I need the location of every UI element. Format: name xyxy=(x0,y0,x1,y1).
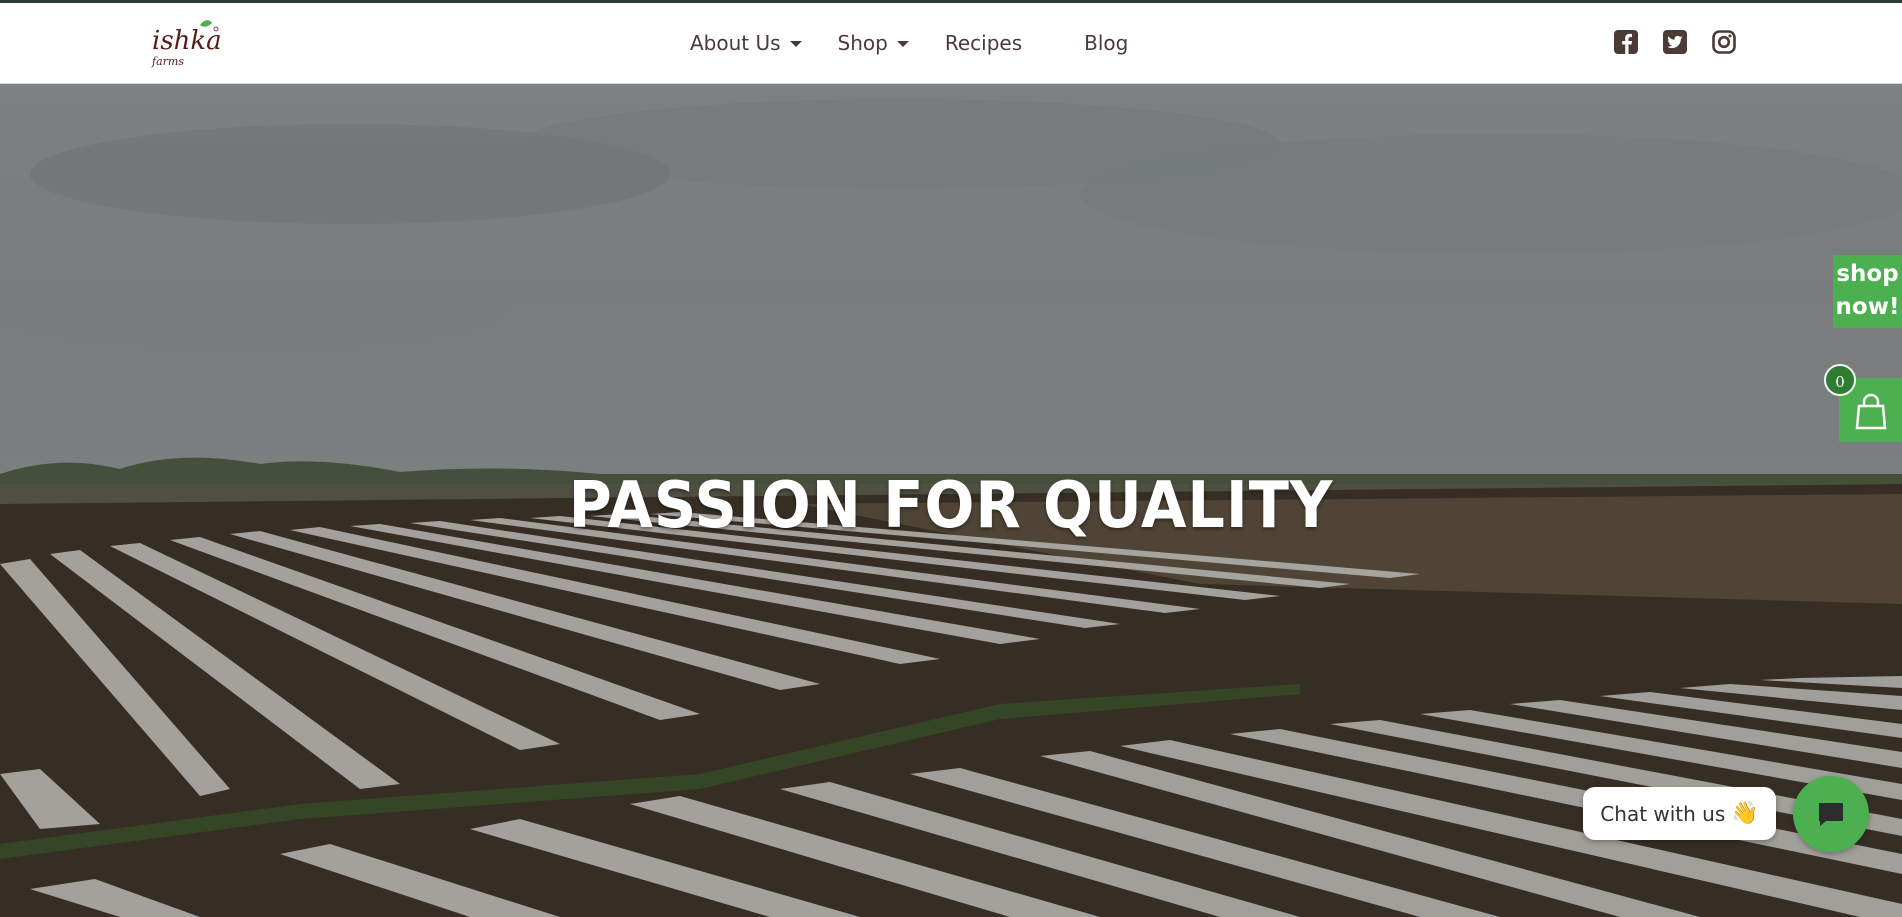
wave-emoji: 👋 xyxy=(1731,801,1759,826)
nav-recipes-label: Recipes xyxy=(944,31,1023,55)
site-header: ishka farms About Us Shop Recipes Blog xyxy=(0,3,1902,84)
ishka-farms-logo[interactable]: ishka farms xyxy=(150,15,222,75)
chevron-down-icon xyxy=(896,41,909,47)
chevron-down-icon xyxy=(789,41,802,47)
main-nav: About Us Shop Recipes Blog xyxy=(690,3,1128,83)
nav-blog-label: Blog xyxy=(1084,31,1129,55)
nav-shop[interactable]: Shop xyxy=(838,31,909,55)
nav-recipes[interactable]: Recipes xyxy=(945,31,1022,55)
cart-count-badge: 0 xyxy=(1824,364,1856,396)
shop-now-line2: now! xyxy=(1835,294,1900,320)
svg-text:ishka: ishka xyxy=(152,26,220,56)
nav-about-us-label: About Us xyxy=(690,31,781,55)
nav-shop-label: Shop xyxy=(837,31,888,55)
hero-title: PASSION FOR QUALITY xyxy=(568,469,1334,543)
chat-bubble-icon xyxy=(1819,803,1843,826)
nav-about-us[interactable]: About Us xyxy=(690,31,802,55)
chat-with-us-label[interactable]: Chat with us 👋 xyxy=(1583,787,1776,840)
chat-label-text: Chat with us xyxy=(1600,801,1726,826)
chat-button[interactable] xyxy=(1793,776,1869,852)
facebook-icon[interactable] xyxy=(1613,29,1639,55)
nav-blog[interactable]: Blog xyxy=(1084,31,1128,55)
instagram-icon[interactable] xyxy=(1711,29,1737,55)
social-links xyxy=(1613,29,1760,55)
shop-now-line1: shop xyxy=(1836,261,1899,287)
shop-now-tab[interactable]: shop now! xyxy=(1833,255,1902,328)
svg-text:farms: farms xyxy=(151,55,184,68)
twitter-icon[interactable] xyxy=(1662,29,1688,55)
